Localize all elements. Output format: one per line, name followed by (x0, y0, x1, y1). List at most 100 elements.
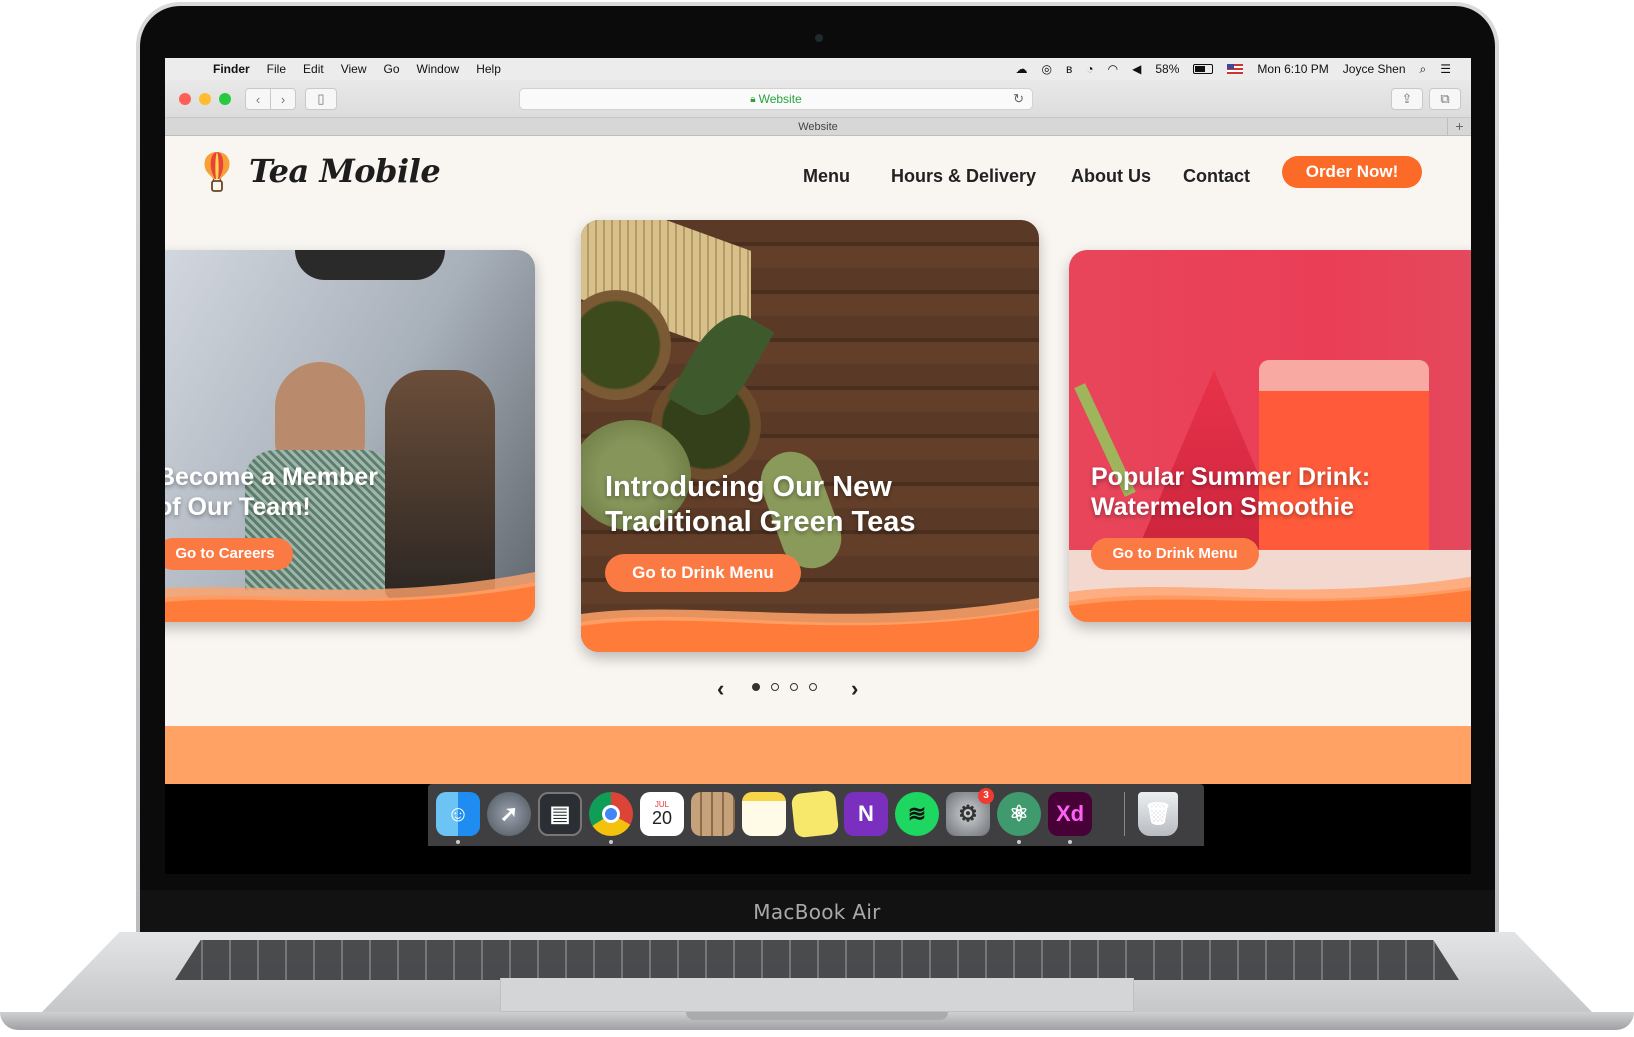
nav-hours-delivery[interactable]: Hours & Delivery (891, 166, 1036, 187)
battery-icon[interactable] (1193, 64, 1214, 74)
carousel-dot-2[interactable] (771, 683, 779, 691)
carousel-dot-4[interactable] (809, 683, 817, 691)
creative-cloud-icon[interactable]: ☁ (1016, 62, 1028, 76)
bluetooth-icon[interactable]: ʙ (1066, 62, 1072, 76)
forward-button[interactable]: › (270, 88, 296, 110)
adobe-xd-icon[interactable]: Xd (1048, 792, 1092, 836)
hot-air-balloon-logo-icon[interactable] (201, 150, 233, 194)
volume-icon[interactable]: ◀ (1132, 62, 1141, 76)
launchpad-icon[interactable]: ➚ (487, 792, 531, 836)
share-button[interactable]: ⇪ (1391, 88, 1423, 110)
reload-icon[interactable]: ↻ (1013, 91, 1024, 107)
lock-icon: 🔒︎ (750, 93, 756, 105)
menu-bar-status: ☁ ◎ ʙ ◔ ◠ ◀ 58% Mon 6:10 PM Joyce Shen ⌕… (1016, 58, 1451, 80)
menu-file[interactable]: File (267, 62, 286, 76)
share-icon: ⇪ (1401, 91, 1413, 106)
address-bar-text: Website (758, 92, 802, 106)
mission-control-icon[interactable]: ▤ (538, 792, 582, 836)
notes-icon[interactable] (742, 792, 786, 836)
close-window-button[interactable] (179, 93, 191, 105)
running-indicator (609, 840, 613, 844)
card-title: Popular Summer Drink: Watermelon Smoothi… (1091, 462, 1370, 522)
device-label: MacBook Air (753, 900, 881, 924)
carousel-dot-3[interactable] (790, 683, 798, 691)
card-wave-decoration (165, 572, 535, 622)
laptop-base (0, 932, 1634, 1032)
onenote-icon[interactable]: N (844, 792, 888, 836)
carousel-next-arrow-icon[interactable]: › (851, 676, 858, 702)
menu-window[interactable]: Window (417, 62, 460, 76)
carousel-card-careers[interactable]: Become a Member of Our Team! Go to Caree… (165, 250, 535, 622)
mac-menu-bar: Finder File Edit View Go Window Help ☁ ◎… (165, 58, 1471, 80)
camera-icon (815, 34, 823, 42)
address-bar[interactable]: 🔒︎ Website ↻ (519, 88, 1033, 110)
chrome-icon[interactable] (589, 792, 633, 836)
lid-notch (686, 1012, 948, 1020)
trash-icon[interactable]: 🗑︎ (1138, 792, 1178, 836)
trackpad (500, 978, 1134, 1012)
chevron-right-icon: › (280, 91, 286, 107)
go-to-drink-menu-button[interactable]: Go to Drink Menu (605, 554, 801, 592)
pendant-lamp-photo (295, 250, 445, 280)
menu-view[interactable]: View (341, 62, 367, 76)
card-title-line: of Our Team! (165, 493, 311, 521)
chevron-left-icon: ‹ (255, 91, 261, 107)
calculator-icon[interactable] (691, 792, 735, 836)
tab-website[interactable]: Website (798, 121, 838, 133)
tabs-icon: ⧉ (1440, 91, 1450, 106)
input-source-flag-icon[interactable] (1227, 64, 1244, 74)
minimize-window-button[interactable] (199, 93, 211, 105)
brand-logo-text[interactable]: Tea Mobile (249, 152, 441, 190)
tab-bar: Website + (165, 118, 1471, 136)
carousel-prev-arrow-icon[interactable]: ‹ (717, 676, 724, 702)
user-name[interactable]: Joyce Shen (1343, 62, 1406, 76)
atom-icon[interactable]: ⚛ (997, 792, 1041, 836)
nav-menu[interactable]: Menu (803, 166, 850, 187)
menu-edit[interactable]: Edit (303, 62, 324, 76)
card-title-line: Introducing Our New (605, 471, 892, 503)
finder-icon[interactable]: ☺ (436, 792, 480, 836)
time-machine-icon[interactable]: ◔ (1086, 62, 1093, 76)
card-wave-decoration (581, 598, 1039, 652)
calendar-day: 20 (651, 808, 673, 828)
sidebar-icon: ▯ (317, 91, 325, 106)
battery-percent[interactable]: 58% (1155, 62, 1179, 76)
carousel-dot-1[interactable] (752, 683, 760, 691)
card-title-line: Become a Member (165, 463, 378, 491)
card-title-line: Popular Summer Drink: (1091, 463, 1371, 491)
card-title: Become a Member of Our Team! (165, 462, 378, 522)
screen: Finder File Edit View Go Window Help ☁ ◎… (165, 58, 1471, 874)
running-indicator (1017, 840, 1021, 844)
spotify-icon[interactable]: ≋ (895, 792, 939, 836)
go-to-drink-menu-button[interactable]: Go to Drink Menu (1091, 538, 1259, 570)
wifi-icon[interactable]: ◠ (1108, 62, 1118, 76)
running-indicator (456, 840, 460, 844)
carousel-card-green-teas[interactable]: Introducing Our New Traditional Green Te… (581, 220, 1039, 652)
new-tab-button[interactable]: + (1447, 118, 1471, 136)
system-preferences-icon[interactable]: ⚙ 3 (946, 788, 994, 836)
show-tabs-button[interactable]: ⧉ (1429, 88, 1461, 110)
nav-contact[interactable]: Contact (1183, 166, 1250, 187)
nav-about-us[interactable]: About Us (1071, 166, 1151, 187)
orange-footer-band (165, 726, 1471, 784)
sync-icon[interactable]: ◎ (1042, 62, 1052, 76)
onenote-letter: N (858, 801, 874, 826)
laptop-mockup: Finder File Edit View Go Window Help ☁ ◎… (0, 0, 1634, 1037)
clock[interactable]: Mon 6:10 PM (1257, 62, 1328, 76)
sidebar-toggle-button[interactable]: ▯ (305, 88, 337, 110)
card-title-line: Watermelon Smoothie (1091, 493, 1354, 521)
carousel-card-watermelon[interactable]: Popular Summer Drink: Watermelon Smoothi… (1069, 250, 1471, 622)
calendar-icon[interactable]: JUL 20 (640, 792, 684, 836)
menu-go[interactable]: Go (384, 62, 400, 76)
order-now-button[interactable]: Order Now! (1282, 156, 1422, 188)
fullscreen-window-button[interactable] (219, 93, 231, 105)
menu-app-finder[interactable]: Finder (213, 62, 250, 76)
card-wave-decoration (1069, 576, 1471, 622)
spotlight-search-icon[interactable]: ⌕ (1420, 62, 1427, 77)
back-button[interactable]: ‹ (245, 88, 271, 110)
go-to-careers-button[interactable]: Go to Careers (165, 538, 293, 570)
menu-help[interactable]: Help (476, 62, 501, 76)
keyboard (175, 940, 1459, 980)
notification-center-icon[interactable]: ☰ (1440, 62, 1451, 76)
stickies-icon[interactable] (790, 789, 840, 839)
